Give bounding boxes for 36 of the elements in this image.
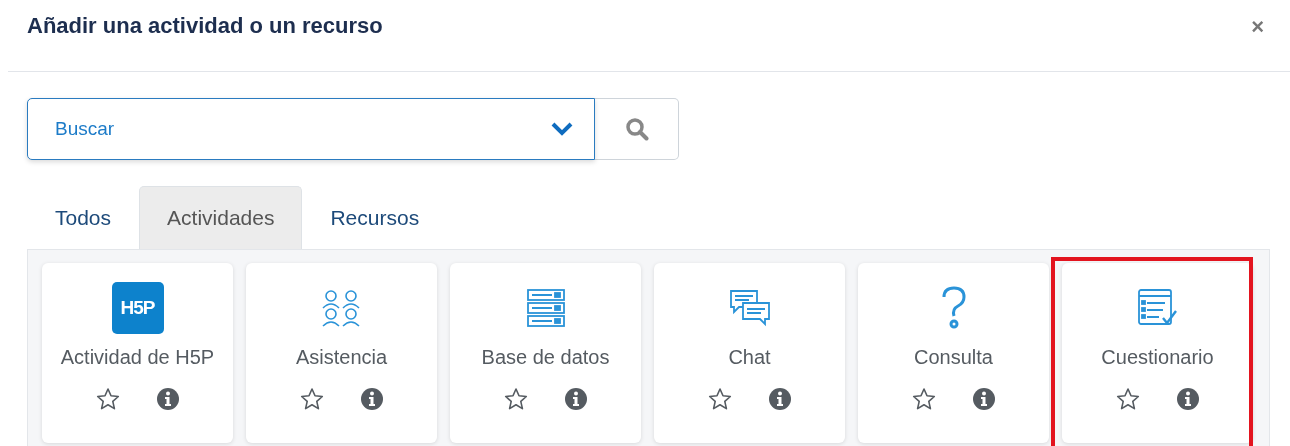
quiz-sheet-icon: [1136, 288, 1179, 328]
activity-name: Asistencia: [295, 346, 388, 369]
activity-card[interactable]: Asistencia: [246, 263, 437, 443]
activity-name: Chat: [728, 346, 771, 369]
search-icon: [624, 117, 649, 141]
activity-card[interactable]: Consulta: [858, 263, 1049, 443]
close-button[interactable]: ×: [1251, 14, 1264, 40]
info-icon[interactable]: [359, 387, 384, 411]
activity-name: Actividad de H5P: [60, 346, 215, 369]
tab[interactable]: Recursos: [302, 186, 448, 249]
star-icon[interactable]: [1115, 387, 1140, 411]
activity-name: Consulta: [914, 346, 993, 369]
star-icon[interactable]: [503, 387, 528, 411]
star-icon[interactable]: [911, 387, 936, 411]
info-icon[interactable]: [767, 387, 792, 411]
star-icon[interactable]: [299, 387, 324, 411]
activity-card[interactable]: Base de datos: [450, 263, 641, 443]
star-icon[interactable]: [95, 387, 120, 411]
search-field[interactable]: Buscar: [27, 98, 595, 160]
activity-name: Cuestionario: [1101, 346, 1214, 369]
activity-card[interactable]: H5P Actividad de H5P: [42, 263, 233, 443]
activity-name: Base de datos: [481, 346, 610, 369]
database-icon: [525, 288, 566, 328]
star-icon[interactable]: [707, 387, 732, 411]
chevron-down-icon: [551, 122, 573, 136]
info-icon[interactable]: [563, 387, 588, 411]
search-button[interactable]: [595, 98, 679, 160]
chat-bubbles-icon: [728, 289, 771, 327]
tab[interactable]: Todos: [27, 186, 140, 249]
tab[interactable]: Actividades: [139, 186, 303, 249]
info-icon[interactable]: [971, 387, 996, 411]
info-icon[interactable]: [155, 387, 180, 411]
h5p-logo: H5P: [111, 282, 164, 334]
info-icon[interactable]: [1175, 387, 1200, 411]
activity-card[interactable]: Chat: [654, 263, 845, 443]
dialog-title: Añadir una actividad o un recurso: [27, 13, 383, 39]
